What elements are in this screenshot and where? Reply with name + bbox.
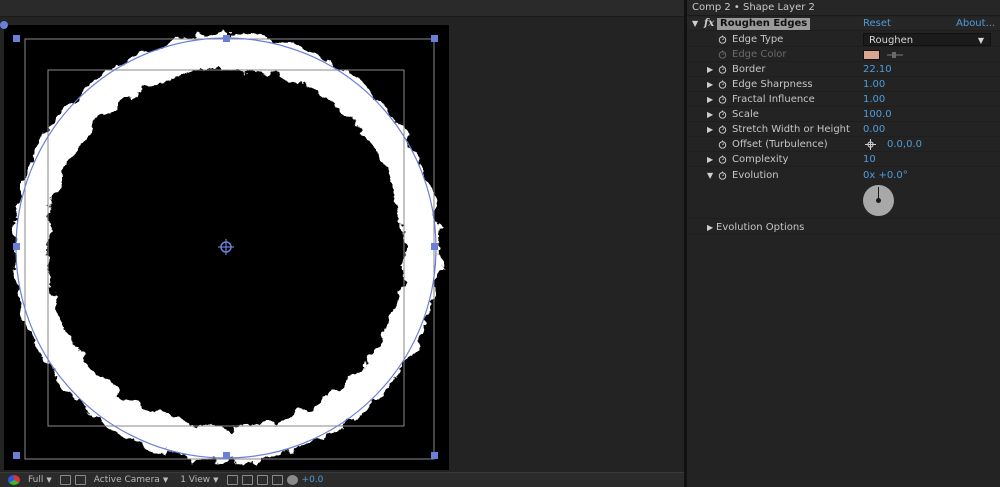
- stopwatch-icon[interactable]: [718, 171, 727, 180]
- twirl-down-icon[interactable]: ▼: [707, 168, 713, 183]
- fractal-influence-value[interactable]: 1.00: [863, 92, 885, 107]
- edge-sharpness-value[interactable]: 1.00: [863, 77, 885, 92]
- dial-hub: [876, 198, 881, 203]
- property-row-complexity: ▶ Complexity 10: [687, 152, 1000, 167]
- stopwatch-icon[interactable]: [718, 110, 727, 119]
- effect-header-roughen-edges[interactable]: ▼ fx Roughen Edges Reset About...: [687, 17, 1000, 31]
- property-row-fractal-influence: ▶ Fractal Influence 1.00: [687, 92, 1000, 107]
- property-label: Stretch Width or Height: [732, 124, 850, 135]
- view-layout-value: 1 View: [180, 475, 211, 485]
- evolution-value[interactable]: 0x +0.0°: [863, 168, 908, 183]
- property-row-edge-sharpness: ▶ Edge Sharpness 1.00: [687, 77, 1000, 92]
- stopwatch-icon[interactable]: [718, 80, 727, 89]
- chevron-down-icon: ▼: [977, 36, 984, 45]
- property-label: Complexity: [732, 154, 789, 165]
- twirl-right-icon[interactable]: ▶: [707, 107, 713, 122]
- effect-controls-panel: Comp 2 • Shape Layer 2 ▼ fx Roughen Edge…: [687, 0, 1000, 487]
- handle-bottom-right[interactable]: [431, 452, 438, 459]
- offset-value[interactable]: 0.0,0.0: [887, 137, 922, 152]
- stopwatch-icon[interactable]: [718, 125, 727, 134]
- twirl-down-icon[interactable]: ▼: [692, 17, 698, 31]
- property-group-label: Evolution Options: [716, 222, 805, 233]
- handle-middle-left[interactable]: [13, 243, 20, 250]
- viewer-corner-handle[interactable]: [0, 21, 8, 29]
- handle-top-right[interactable]: [431, 35, 438, 42]
- property-label: Scale: [732, 109, 759, 120]
- property-label: Offset (Turbulence): [732, 139, 828, 150]
- twirl-right-icon[interactable]: ▶: [707, 62, 713, 77]
- about-link[interactable]: About...: [956, 17, 995, 31]
- resolution-dropdown[interactable]: Full ▼: [24, 475, 56, 485]
- evolution-angle-dial[interactable]: [863, 185, 894, 216]
- stopwatch-icon[interactable]: [718, 50, 727, 59]
- stopwatch-icon[interactable]: [718, 140, 727, 149]
- show-channel-icon[interactable]: [8, 475, 20, 485]
- camera-dropdown[interactable]: Active Camera ▼: [90, 475, 172, 485]
- resolution-value: Full: [28, 475, 44, 485]
- property-label: Evolution: [732, 170, 779, 181]
- property-label: Edge Type: [732, 34, 784, 45]
- property-row-offset-turbulence: Offset (Turbulence) 0.0,0.0: [687, 137, 1000, 152]
- chevron-down-icon: ▼: [46, 476, 52, 484]
- twirl-right-icon[interactable]: ▶: [707, 92, 713, 107]
- chevron-down-icon: ▼: [213, 476, 219, 484]
- region-of-interest-icon[interactable]: [59, 475, 71, 485]
- panel-title: Comp 2 • Shape Layer 2: [687, 0, 1000, 16]
- fx-toggle-icon[interactable]: fx: [704, 17, 714, 31]
- stretch-value[interactable]: 0.00: [863, 122, 885, 137]
- divider: [687, 218, 1000, 219]
- fast-previews-icon[interactable]: [241, 475, 253, 485]
- border-value[interactable]: 22.10: [863, 62, 892, 77]
- crosshair-target-icon[interactable]: [865, 139, 876, 150]
- property-label: Fractal Influence: [732, 94, 815, 105]
- camera-value: Active Camera: [93, 475, 160, 485]
- viewer-tab-bar: [0, 0, 684, 17]
- viewer-stage[interactable]: [0, 17, 684, 472]
- stopwatch-icon[interactable]: [718, 35, 727, 44]
- reset-exposure-icon[interactable]: [286, 475, 298, 485]
- anchor-point-icon[interactable]: [218, 239, 234, 255]
- stopwatch-icon[interactable]: [718, 95, 727, 104]
- twirl-right-icon[interactable]: ▶: [707, 122, 713, 137]
- property-row-edge-type: Edge Type Roughen ▼: [687, 32, 1000, 47]
- property-label: Edge Sharpness: [732, 79, 813, 90]
- view-layout-dropdown[interactable]: 1 View ▼: [176, 475, 222, 485]
- timeline-icon[interactable]: [256, 475, 268, 485]
- viewer-toolbar: Full ▼ Active Camera ▼ 1 View ▼ +0.0: [0, 472, 684, 487]
- edge-type-dropdown[interactable]: Roughen ▼: [863, 33, 991, 46]
- twirl-right-icon[interactable]: ▶: [707, 220, 713, 235]
- eyedropper-icon[interactable]: [886, 49, 904, 60]
- property-group-evolution-options[interactable]: ▶ Evolution Options: [687, 220, 1000, 235]
- composition-viewer[interactable]: Full ▼ Active Camera ▼ 1 View ▼ +0.0: [0, 0, 684, 487]
- reset-link[interactable]: Reset: [863, 17, 891, 31]
- property-row-border: ▶ Border 22.10: [687, 62, 1000, 77]
- stopwatch-icon[interactable]: [718, 65, 727, 74]
- handle-middle-right[interactable]: [431, 243, 438, 250]
- stopwatch-icon[interactable]: [718, 155, 727, 164]
- effect-name[interactable]: Roughen Edges: [717, 18, 811, 30]
- property-row-scale: ▶ Scale 100.0: [687, 107, 1000, 122]
- exposure-value[interactable]: +0.0: [302, 475, 324, 485]
- handle-bottom-center[interactable]: [223, 452, 230, 459]
- property-label: Edge Color: [732, 49, 787, 60]
- twirl-right-icon[interactable]: ▶: [707, 152, 713, 167]
- edge-type-value: Roughen: [869, 35, 914, 46]
- flowchart-icon[interactable]: [271, 475, 283, 485]
- scale-value[interactable]: 100.0: [863, 107, 892, 122]
- composition-canvas[interactable]: [4, 25, 449, 470]
- property-row-stretch-width-or-height: ▶ Stretch Width or Height 0.00: [687, 122, 1000, 137]
- transparency-grid-icon[interactable]: [74, 475, 86, 485]
- handle-bottom-left[interactable]: [13, 452, 20, 459]
- composition-render: [13, 35, 439, 461]
- property-row-evolution: ▼ Evolution 0x +0.0°: [687, 168, 1000, 220]
- property-label: Border: [732, 64, 766, 75]
- twirl-right-icon[interactable]: ▶: [707, 77, 713, 92]
- handle-top-center[interactable]: [223, 35, 230, 42]
- edge-color-swatch[interactable]: [863, 50, 880, 60]
- handle-top-left[interactable]: [13, 35, 20, 42]
- complexity-value[interactable]: 10: [863, 152, 876, 167]
- toggle-pixel-aspect-icon[interactable]: [226, 475, 238, 485]
- property-row-edge-color: Edge Color: [687, 47, 1000, 62]
- chevron-down-icon: ▼: [162, 476, 169, 484]
